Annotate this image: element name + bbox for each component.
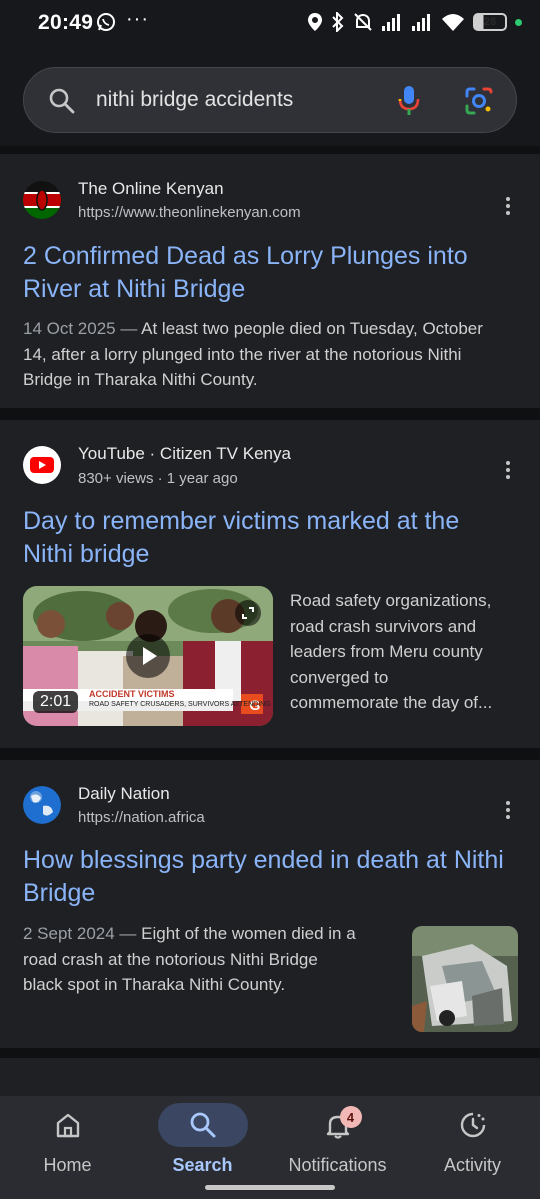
snippet-line: Bridge in Tharaka Nithi County. bbox=[23, 370, 258, 389]
divider bbox=[0, 1048, 540, 1058]
divider bbox=[0, 748, 540, 760]
result-title-link[interactable]: How blessings party ended in death at Ni… bbox=[23, 844, 533, 910]
battery-level: 28 bbox=[483, 16, 497, 28]
privacy-indicator bbox=[515, 18, 522, 26]
result-title-link[interactable]: Day to remember victims marked at the Ni… bbox=[23, 505, 523, 571]
kenya-flag-favicon[interactable] bbox=[23, 181, 61, 219]
nav-notifications-label: Notifications bbox=[288, 1155, 387, 1175]
result-url[interactable]: https://nation.africa bbox=[78, 809, 205, 826]
more-options-icon[interactable] bbox=[500, 194, 516, 218]
signal-icon-2 bbox=[412, 14, 430, 31]
nav-search[interactable]: Search bbox=[135, 1096, 270, 1199]
result-title-line: Nithi bridge bbox=[23, 540, 150, 568]
result-date: 14 Oct 2025 bbox=[23, 319, 116, 338]
result-url[interactable]: https://www.theonlinekenyan.com bbox=[78, 204, 301, 221]
snippet-line: 14, after a lorry plunged into the river… bbox=[23, 344, 462, 364]
status-time: 20:49 bbox=[38, 11, 94, 34]
snippet-line: At least two people died on Tuesday, Oct… bbox=[141, 319, 483, 338]
notification-count-badge: 4 bbox=[339, 1106, 362, 1128]
mute-icon bbox=[354, 13, 372, 31]
nav-home[interactable]: Home bbox=[0, 1096, 135, 1199]
snippet-line: road crash survivors and bbox=[290, 616, 477, 636]
result-title-line: River at Nithi Bridge bbox=[23, 275, 246, 303]
bluetooth-icon bbox=[332, 12, 344, 32]
result-thumbnail-image[interactable] bbox=[412, 926, 518, 1032]
gesture-bar[interactable] bbox=[205, 1185, 335, 1190]
result-title-line: 2 Confirmed Dead as Lorry Plunges into bbox=[23, 242, 468, 270]
divider bbox=[0, 146, 540, 154]
search-input[interactable] bbox=[96, 82, 386, 118]
activity-history-icon bbox=[460, 1112, 485, 1138]
result-title-line: How blessings party ended in death at Ni… bbox=[23, 846, 504, 874]
search-result-card: The Online Kenyan https://www.theonlinek… bbox=[0, 154, 540, 408]
location-icon bbox=[308, 13, 322, 31]
search-icon bbox=[190, 1112, 215, 1138]
result-title-link[interactable]: 2 Confirmed Dead as Lorry Plunges into R… bbox=[23, 240, 523, 306]
result-snippet: 2 Sept 2024 — Eight of the women died in… bbox=[23, 921, 403, 998]
video-ticker-top: ACCIDENT VICTIMS bbox=[89, 689, 175, 699]
result-site-name[interactable]: The Online Kenyan bbox=[78, 179, 224, 199]
snippet-line: leaders from Meru county bbox=[290, 642, 483, 661]
search-icon bbox=[48, 87, 76, 120]
nav-activity[interactable]: Activity bbox=[405, 1096, 540, 1199]
result-title-line: Bridge bbox=[23, 879, 96, 907]
search-bar[interactable] bbox=[23, 67, 517, 133]
signal-icon-1 bbox=[382, 14, 400, 31]
status-icons: 28 bbox=[307, 12, 522, 32]
whatsapp-icon bbox=[96, 12, 116, 37]
search-result-card-partial bbox=[0, 1058, 540, 1096]
play-icon bbox=[143, 647, 157, 665]
google-lens-icon[interactable] bbox=[464, 86, 494, 121]
snippet-line: Road safety organizations, bbox=[290, 591, 492, 610]
result-title-line: Day to remember victims marked at the bbox=[23, 507, 460, 535]
play-button[interactable] bbox=[126, 634, 170, 678]
divider bbox=[0, 408, 540, 420]
bottom-navigation: Home Search 4 Notifications Activity bbox=[0, 1096, 540, 1199]
result-snippet: Road safety organizations, road crash su… bbox=[290, 588, 520, 716]
search-result-card: Daily Nation https://nation.africa How b… bbox=[0, 760, 540, 1048]
nav-activity-label: Activity bbox=[443, 1155, 501, 1175]
video-duration: 2:01 bbox=[33, 691, 79, 713]
globe-favicon[interactable] bbox=[23, 786, 61, 824]
result-video-meta: 830+ views · 1 year ago bbox=[78, 470, 238, 487]
more-options-icon[interactable] bbox=[500, 458, 516, 482]
more-notifications-icon: ··· bbox=[126, 8, 149, 30]
nav-search-label: Search bbox=[172, 1155, 233, 1175]
snippet-line: converged to bbox=[290, 667, 389, 687]
battery-icon: 28 bbox=[473, 13, 507, 31]
snippet-line: road crash at the notorious Nithi Bridge bbox=[23, 949, 318, 969]
more-options-icon[interactable] bbox=[500, 798, 516, 822]
video-thumbnail[interactable]: G ACCIDENT VICTIMS ROAD SAFETY CRUSADERS… bbox=[23, 586, 273, 726]
snippet-line: black spot in Tharaka Nithi County. bbox=[23, 975, 286, 994]
result-site-name[interactable]: YouTube · Citizen TV Kenya bbox=[78, 444, 291, 464]
result-snippet: 14 Oct 2025 — At least two people died o… bbox=[23, 316, 523, 393]
result-site-name[interactable]: Daily Nation bbox=[78, 784, 170, 804]
nav-notifications[interactable]: 4 Notifications bbox=[270, 1096, 405, 1199]
snippet-line: commemorate the day of... bbox=[290, 693, 493, 712]
home-icon bbox=[56, 1113, 79, 1138]
snippet-line: Eight of the women died in a bbox=[141, 924, 356, 943]
nav-home-label: Home bbox=[43, 1155, 92, 1175]
expand-icon[interactable] bbox=[235, 600, 261, 626]
voice-search-icon[interactable] bbox=[398, 85, 420, 122]
search-header bbox=[0, 50, 540, 146]
video-ticker-bottom: ROAD SAFETY CRUSADERS, SURVIVORS ATTENDI… bbox=[89, 701, 271, 708]
youtube-favicon[interactable] bbox=[23, 446, 61, 484]
status-bar: 20:49 ··· 28 bbox=[0, 0, 540, 50]
wifi-icon bbox=[442, 14, 464, 31]
video-result-card: YouTube · Citizen TV Kenya 830+ views · … bbox=[0, 420, 540, 748]
result-date: 2 Sept 2024 bbox=[23, 924, 115, 943]
